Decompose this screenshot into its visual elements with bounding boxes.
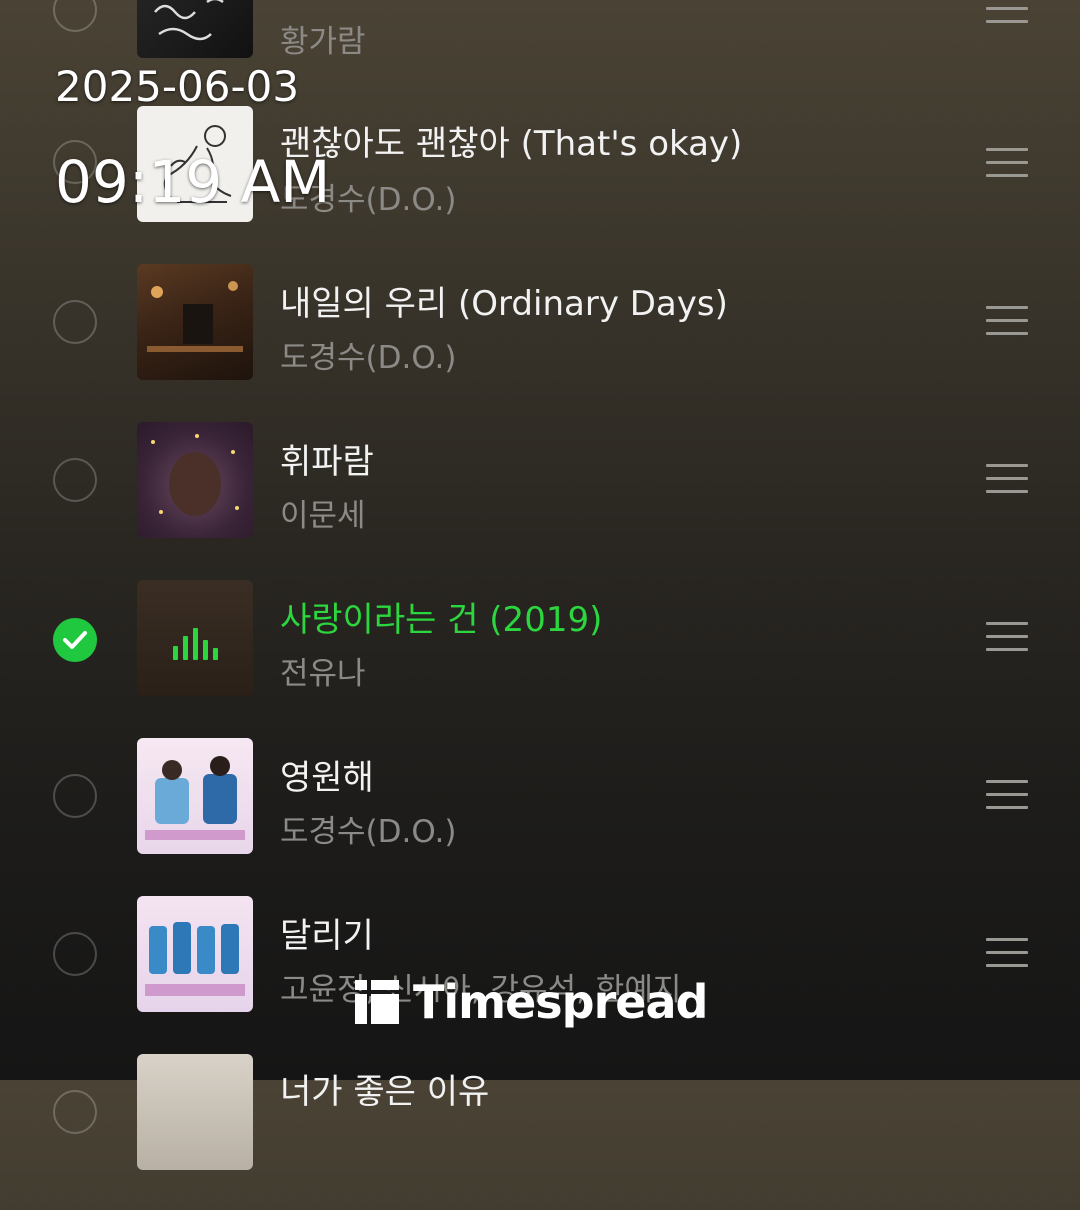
select-radio[interactable] [53, 932, 97, 976]
album-art [137, 0, 253, 58]
drag-handle-icon[interactable] [986, 938, 1028, 968]
song-title: 휘파람 [280, 442, 374, 482]
equalizer-icon [173, 628, 219, 660]
list-item[interactable]: 너가 좋은 이유 [0, 1052, 1080, 1210]
song-title: 내일의 우리 (Ordinary Days) [280, 284, 728, 324]
album-art [137, 422, 253, 538]
song-title: 달리기 [280, 916, 374, 956]
album-art [137, 738, 253, 854]
drag-handle-icon[interactable] [986, 780, 1028, 810]
list-item[interactable]: 영원해 도경수(D.O.) [0, 736, 1080, 894]
select-radio[interactable] [53, 458, 97, 502]
album-art [137, 580, 253, 696]
timestamp-date: 2025-06-03 [55, 62, 300, 111]
list-item[interactable]: 휘파람 이문세 [0, 420, 1080, 578]
drag-handle-icon[interactable] [986, 464, 1028, 494]
checkbox-circle-icon[interactable] [53, 618, 97, 662]
album-art [137, 264, 253, 380]
watermark-text: Timespread [413, 975, 708, 1029]
drag-handle-icon[interactable] [986, 622, 1028, 652]
drag-handle-icon[interactable] [986, 0, 1028, 24]
song-artist: 도경수(D.O.) [280, 814, 457, 850]
select-radio[interactable] [53, 0, 97, 32]
check-icon [63, 631, 87, 649]
timespread-watermark: Timespread [355, 975, 708, 1029]
select-radio[interactable] [53, 300, 97, 344]
select-radio[interactable] [53, 774, 97, 818]
list-item-now-playing[interactable]: 사랑이라는 건 (2019) 전유나 [0, 578, 1080, 736]
song-artist: 이문세 [280, 498, 366, 534]
song-artist: 도경수(D.O.) [280, 340, 457, 376]
timestamp-time: 09:19 AM [55, 148, 331, 216]
song-artist: 전유나 [280, 656, 366, 692]
drag-handle-icon[interactable] [986, 306, 1028, 336]
song-title: 너가 좋은 이유 [280, 1072, 490, 1112]
select-radio[interactable] [53, 1090, 97, 1134]
list-item[interactable]: 내일의 우리 (Ordinary Days) 도경수(D.O.) [0, 262, 1080, 420]
song-title: 사랑이라는 건 (2019) [280, 600, 603, 640]
song-title: 영원해 [280, 758, 374, 798]
drag-handle-icon[interactable] [986, 148, 1028, 178]
song-artist: 황가람 [280, 24, 366, 60]
album-art [137, 1054, 253, 1170]
song-title: 괜찮아도 괜찮아 (That's okay) [280, 124, 743, 164]
timespread-logo-icon [355, 980, 399, 1024]
album-art [137, 896, 253, 1012]
